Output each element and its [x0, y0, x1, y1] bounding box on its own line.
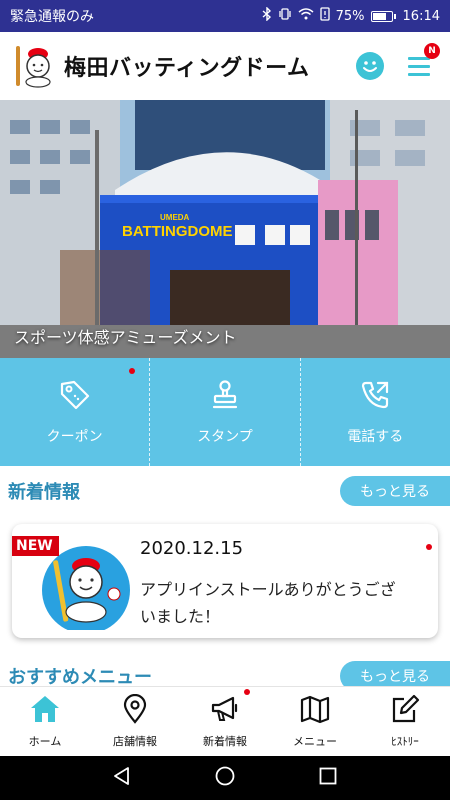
battery-percent: 75% — [335, 8, 365, 24]
news-date: 2020.12.15 — [140, 538, 244, 559]
coupon-tag-icon — [58, 378, 92, 416]
back-icon[interactable] — [111, 765, 133, 791]
hero-caption: スポーツ体感アミューズメント — [14, 328, 237, 347]
news-notification-dot — [244, 689, 250, 695]
coupon-label: クーポン — [46, 429, 103, 445]
news-section-header: 新着情報 もっと見る — [0, 471, 450, 511]
nav-store-info[interactable]: 店舗情報 — [90, 687, 180, 756]
building-illustration: UMEDA BATTINGDOME — [0, 100, 450, 358]
notification-badge: N — [424, 43, 440, 59]
battery-icon — [370, 10, 396, 22]
quick-actions: クーポン スタンプ 電話する — [0, 358, 450, 466]
wifi-icon — [298, 8, 314, 24]
unread-dot — [426, 544, 432, 550]
carrier-text: 緊急通報のみ — [10, 9, 94, 25]
nav-home-label: ホーム — [28, 735, 62, 748]
nav-history-label: ﾋｽﾄﾘｰ — [391, 735, 419, 748]
recent-apps-icon[interactable] — [317, 765, 339, 791]
coupon-button[interactable]: クーポン — [0, 358, 149, 466]
nav-home[interactable]: ホーム — [0, 687, 90, 756]
map-icon — [299, 694, 331, 727]
data-saver-icon — [319, 7, 330, 25]
stamp-button[interactable]: スタンプ — [149, 358, 299, 466]
home-icon — [29, 694, 61, 727]
nav-news-label: 新着情報 — [203, 735, 247, 748]
news-section-title: 新着情報 — [8, 482, 80, 503]
edit-icon — [389, 694, 421, 727]
stamp-label: スタンプ — [197, 429, 253, 445]
app-title: 梅田バッティングドーム — [64, 56, 310, 81]
hamburger-menu-button[interactable]: N — [406, 43, 440, 79]
news-more-button[interactable]: もっと見る — [340, 476, 450, 506]
app-header: 梅田バッティングドーム N — [0, 32, 450, 100]
system-navigation-bar — [0, 756, 450, 800]
phone-call-button[interactable]: 電話する — [299, 358, 450, 466]
sign-text: BATTINGDOME — [122, 223, 233, 240]
nav-news[interactable]: 新着情報 — [180, 687, 270, 756]
status-bar: 緊急通報のみ 75% 16:14 — [0, 0, 450, 32]
hero-image[interactable]: UMEDA BATTINGDOME スポーツ体感アミューズメント — [0, 100, 450, 358]
stamp-icon — [208, 378, 242, 416]
bluetooth-icon — [262, 6, 272, 25]
clock: 16:14 — [402, 8, 440, 24]
vibrate-icon — [278, 7, 292, 25]
bottom-navigation: ホーム 店舗情報 新着情報 メニュー ﾋｽﾄﾘｰ — [0, 686, 450, 756]
news-card[interactable]: NEW 2020.12.15 アプリインストールありがとうございました！ — [12, 524, 438, 638]
nav-store-info-label: 店舗情報 — [113, 735, 157, 748]
new-badge: NEW — [12, 536, 59, 556]
nav-history[interactable]: ﾋｽﾄﾘｰ — [360, 687, 450, 756]
nav-menu-label: メニュー — [293, 735, 337, 748]
news-text: アプリインストールありがとうございました！ — [140, 580, 396, 626]
home-circle-icon[interactable] — [214, 765, 236, 791]
coupon-notification-dot — [129, 368, 136, 374]
profile-smiley-icon[interactable] — [356, 52, 384, 80]
nav-menu[interactable]: メニュー — [270, 687, 360, 756]
phone-call-label: 電話する — [347, 429, 404, 445]
megaphone-icon — [209, 694, 241, 727]
phone-call-icon — [358, 378, 392, 416]
location-pin-icon — [120, 693, 150, 727]
mascot-logo-icon — [10, 42, 58, 90]
sign-small-text: UMEDA — [160, 213, 190, 222]
